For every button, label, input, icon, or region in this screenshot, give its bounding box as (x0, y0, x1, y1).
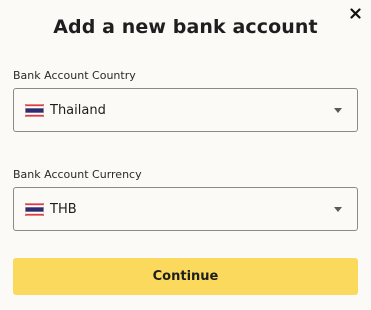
continue-button[interactable]: Continue (13, 258, 358, 295)
add-bank-account-dialog: Add a new bank account Bank Account Coun… (0, 0, 371, 310)
dialog-title: Add a new bank account (53, 16, 318, 38)
close-icon (349, 7, 361, 19)
currency-value: THB (50, 201, 77, 217)
currency-label: Bank Account Currency (13, 168, 142, 181)
caret-down-icon (334, 107, 342, 113)
country-value: Thailand (50, 102, 106, 118)
caret-down-icon (334, 206, 342, 212)
thailand-flag-icon (25, 103, 44, 117)
currency-select[interactable]: THB (13, 187, 358, 231)
country-select[interactable]: Thailand (13, 88, 358, 132)
close-button[interactable] (345, 3, 365, 23)
thailand-flag-icon (25, 202, 44, 216)
country-label: Bank Account Country (13, 69, 136, 82)
